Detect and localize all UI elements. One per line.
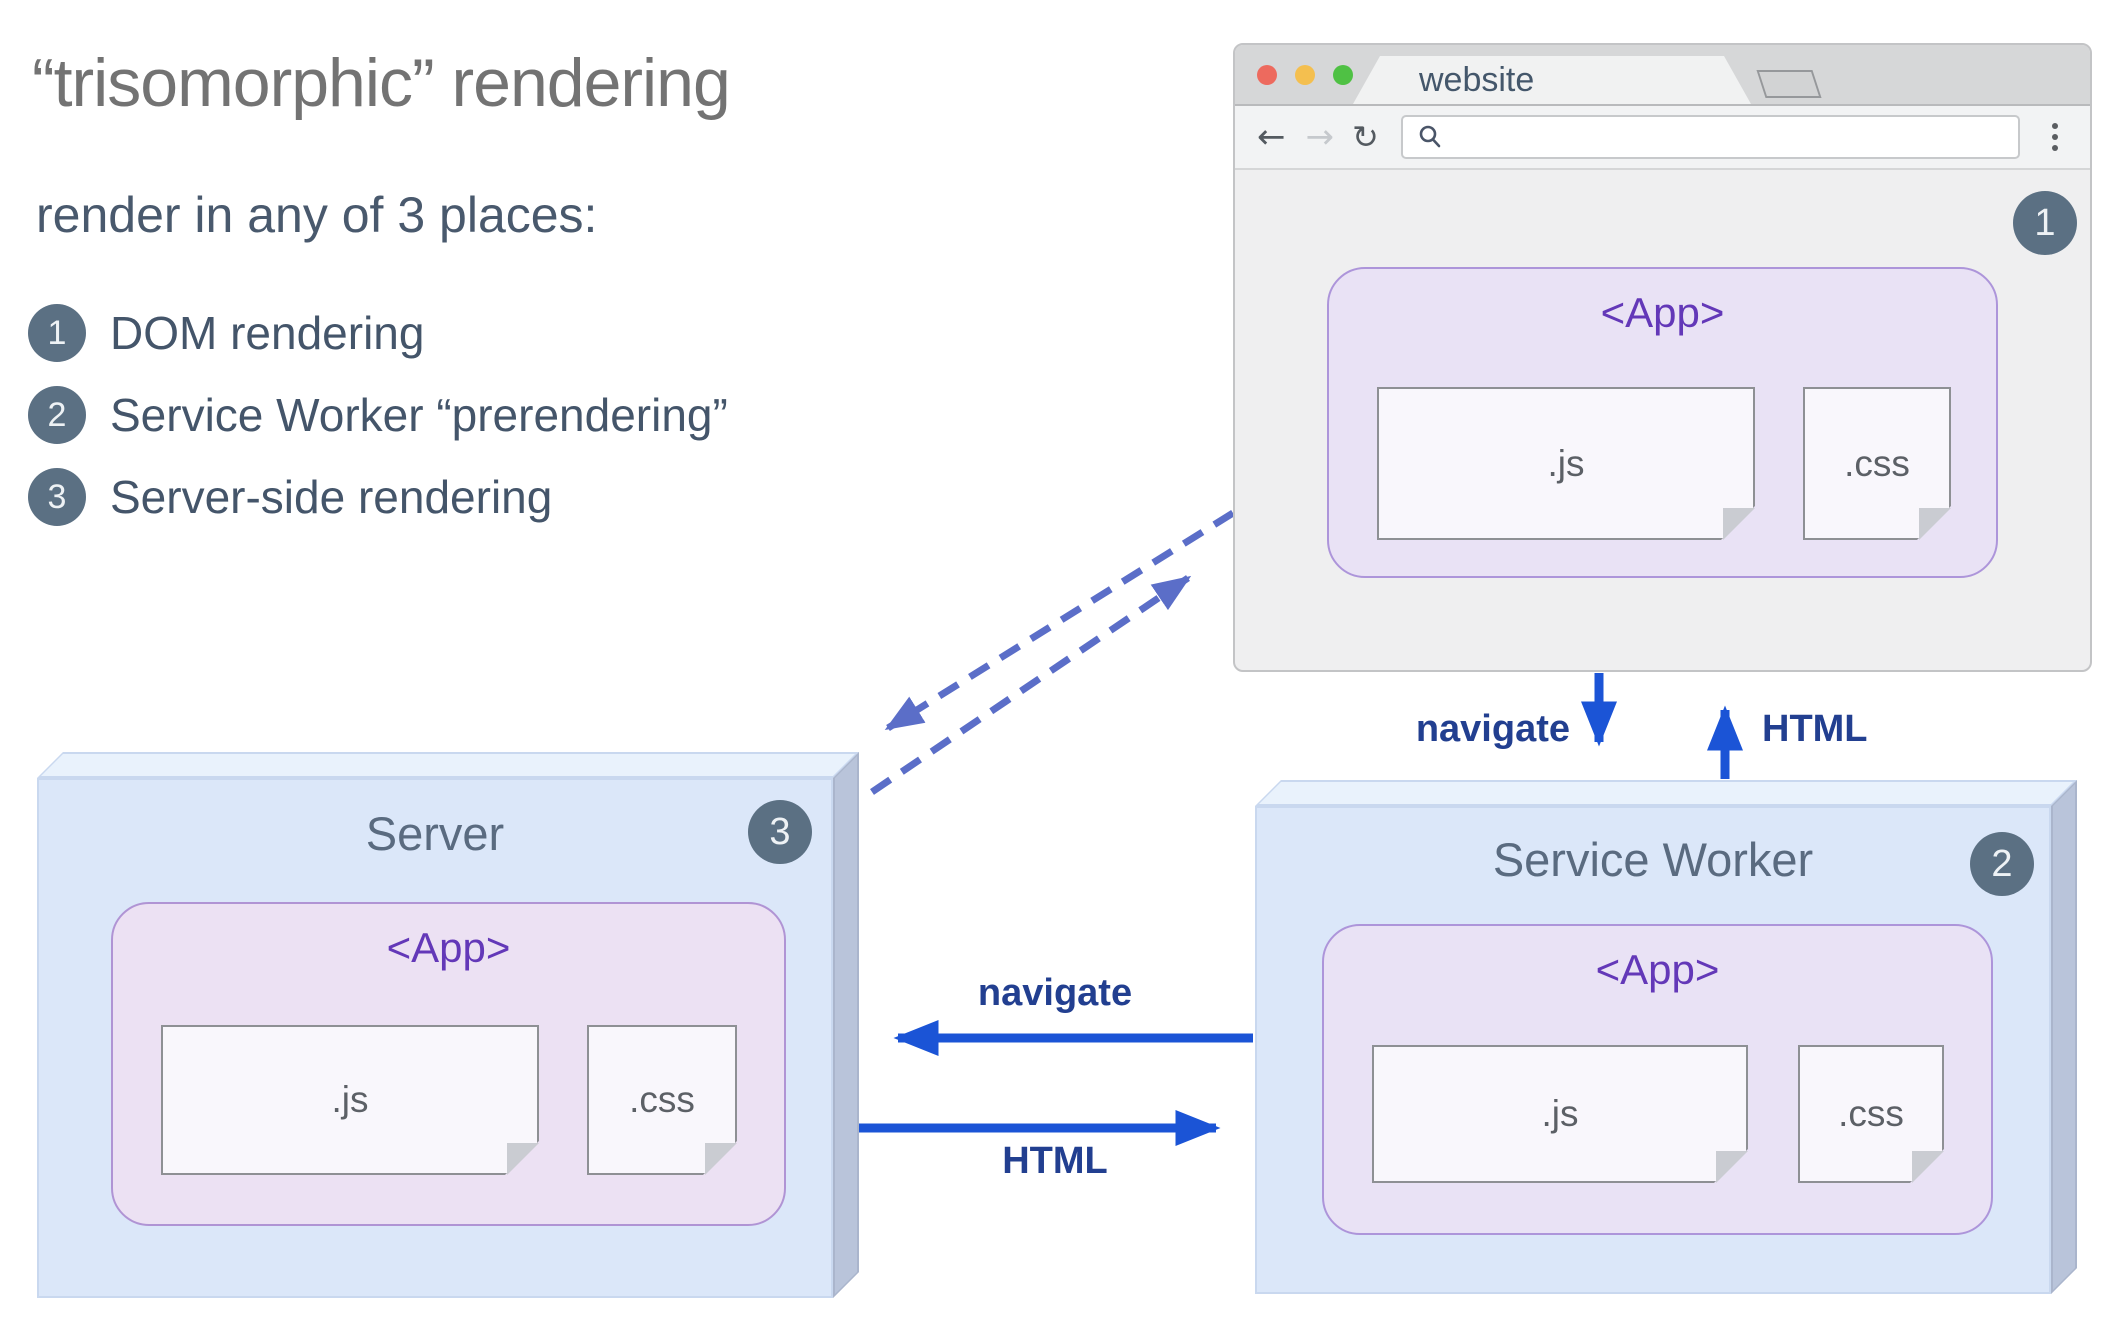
- url-input[interactable]: [1400, 115, 2020, 159]
- js-file-label: .js: [1547, 442, 1585, 484]
- label-navigate-left: navigate: [977, 972, 1133, 1014]
- css-file-label: .css: [629, 1079, 695, 1120]
- service-worker-box-top-face: [1255, 780, 2077, 806]
- label-html-right: HTML: [1002, 1140, 1108, 1182]
- minimize-window-icon[interactable]: [1295, 65, 1315, 85]
- service-worker-css-file-icon: .css: [1798, 1045, 1944, 1183]
- legend-item-dom: 1 DOM rendering: [28, 292, 728, 374]
- service-worker-step-badge: 2: [1970, 832, 2034, 896]
- css-file-label: .css: [1844, 442, 1910, 484]
- label-html-up: HTML: [1762, 708, 1868, 750]
- arrow-dashed-to-server: [884, 510, 1235, 731]
- arrow-dashed-to-browser: [870, 575, 1192, 795]
- label-navigate-down: navigate: [1415, 708, 1570, 750]
- server-step-badge: 3: [748, 800, 812, 864]
- legend-label-1: DOM rendering: [110, 307, 425, 359]
- browser-app-box: <App> .js .css: [1327, 267, 1998, 578]
- server-box: Server 3 <App> .js .css: [37, 752, 859, 1298]
- reload-icon[interactable]: ↻: [1352, 121, 1379, 153]
- service-worker-title: Service Worker: [1492, 833, 1814, 886]
- service-worker-box-right-face: [2051, 780, 2077, 1294]
- service-worker-app-box: <App> .js .css: [1322, 924, 1993, 1235]
- legend-item-server-side: 3 Server-side rendering: [28, 456, 728, 538]
- browser-tab[interactable]: website: [1353, 56, 1751, 104]
- browser-menu-icon[interactable]: [2020, 123, 2090, 151]
- browser-app-title: <App>: [1600, 289, 1725, 336]
- browser-toolbar: ← → ↻: [1235, 106, 2090, 170]
- legend-badge-3: 3: [28, 468, 86, 526]
- server-title: Server: [365, 807, 505, 860]
- server-css-file-icon: .css: [587, 1025, 737, 1175]
- page-title: “trisomorphic” rendering: [32, 45, 731, 121]
- js-file-label: .js: [1541, 1093, 1579, 1134]
- window-controls: [1257, 65, 1353, 85]
- page-subtitle: render in any of 3 places:: [36, 187, 598, 243]
- server-app-title: <App>: [386, 924, 511, 971]
- legend: 1 DOM rendering 2 Service Worker “preren…: [28, 292, 728, 538]
- search-icon: [1419, 125, 1441, 148]
- server-box-top-face: [37, 752, 859, 778]
- back-icon[interactable]: ←: [1257, 120, 1286, 154]
- js-file-label: .js: [331, 1079, 369, 1120]
- legend-badge-1: 1: [28, 304, 86, 362]
- browser-tabstrip: website: [1235, 45, 2090, 106]
- browser-viewport: 1 <App> .js .css: [1235, 170, 2090, 672]
- tab-title: website: [1419, 60, 1535, 99]
- service-worker-app-title: <App>: [1595, 946, 1720, 993]
- forward-icon[interactable]: →: [1306, 120, 1335, 154]
- browser-step-badge: 1: [2013, 191, 2077, 255]
- new-tab-button[interactable]: [1756, 70, 1822, 98]
- server-js-file-icon: .js: [161, 1025, 539, 1175]
- legend-label-2: Service Worker “prerendering”: [110, 389, 728, 441]
- legend-label-3: Server-side rendering: [110, 471, 553, 523]
- browser-js-file-icon: .js: [1377, 387, 1755, 540]
- zoom-window-icon[interactable]: [1333, 65, 1353, 85]
- service-worker-js-file-icon: .js: [1372, 1045, 1748, 1183]
- css-file-label: .css: [1838, 1093, 1904, 1134]
- browser-window: website ← → ↻ 1 <App> .js .css: [1233, 43, 2092, 672]
- close-window-icon[interactable]: [1257, 65, 1277, 85]
- browser-css-file-icon: .css: [1803, 387, 1951, 540]
- service-worker-box: Service Worker 2 <App> .js .css: [1255, 780, 2077, 1294]
- legend-item-service-worker: 2 Service Worker “prerendering”: [28, 374, 728, 456]
- legend-badge-2: 2: [28, 386, 86, 444]
- server-box-right-face: [833, 752, 859, 1298]
- diagram-canvas: “trisomorphic” rendering render in any o…: [0, 0, 2108, 1328]
- server-app-box: <App> .js .css: [111, 902, 786, 1226]
